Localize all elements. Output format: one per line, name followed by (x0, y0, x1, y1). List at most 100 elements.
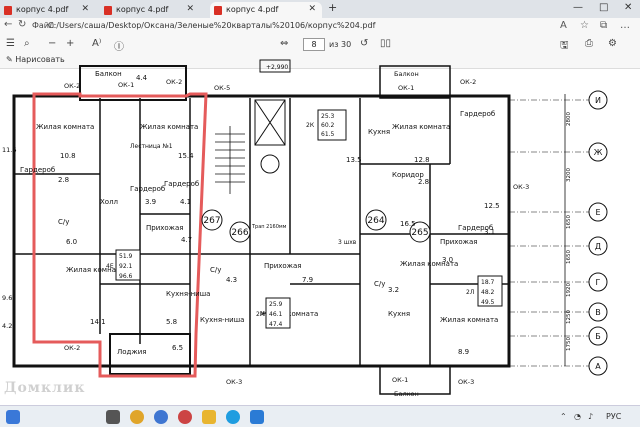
svg-text:ОК-2: ОК-2 (64, 344, 80, 352)
print-icon[interactable]: ⎙ (585, 38, 593, 49)
menu-icon[interactable]: … (620, 20, 630, 31)
axis-dimension: 1250 (566, 310, 572, 324)
read-mode-icon[interactable]: A (560, 20, 567, 31)
tab-label: корпус 4.pdf (116, 5, 169, 14)
trap-note: Трап 2160мм (251, 224, 287, 230)
apartment-264: 264 (367, 216, 384, 226)
fit-page-icon[interactable]: ⇔ (280, 38, 288, 49)
level-mark: +2,990 (266, 64, 288, 71)
room-name: Гардероб (20, 166, 55, 174)
page-number-input[interactable]: 8 (303, 38, 325, 51)
room-name: Гардероб (130, 185, 165, 193)
collections-icon[interactable]: ⧉ (600, 20, 607, 31)
room-name: Кухня-ниша (166, 290, 210, 298)
close-tab-icon[interactable]: ✕ (81, 4, 89, 14)
favorite-icon[interactable]: ☆ (580, 20, 589, 31)
language-indicator[interactable]: РУС (606, 412, 621, 421)
room-name: Лоджия (117, 348, 146, 356)
tab-label: корпус 4.pdf (16, 5, 69, 14)
find-icon[interactable]: ⌕ (24, 38, 30, 49)
room-name: Лестница №1 (130, 143, 173, 150)
room-name: Гардероб (164, 180, 199, 188)
axis-dimension: 1650 (566, 215, 572, 229)
room-name: Прихожая (264, 262, 302, 270)
network-icon[interactable]: ◔ (574, 412, 581, 421)
room-name: Жилая комната (440, 316, 498, 324)
svg-text:2Л: 2Л (466, 289, 474, 296)
room-area: 15.4 (178, 152, 194, 160)
svg-text:25.9: 25.9 (269, 301, 283, 308)
elevator-shafts (254, 99, 286, 174)
axis-dimension: 1650 (566, 250, 572, 264)
room-name: Жилая комната (140, 123, 198, 131)
axis-label: Д (595, 242, 601, 251)
rotate-icon[interactable]: ↺ (360, 38, 368, 49)
window-marks: ОК-2 ОК-1 ОК-2 ОК-5 ОК-1 ОК-2 ОК-3 ОК-1 … (64, 78, 529, 386)
zoom-in-icon[interactable]: + (66, 38, 74, 49)
tab-label: корпус 4.pdf (226, 5, 279, 14)
room-area: 3.2 (388, 286, 399, 294)
svg-text:2К: 2К (306, 122, 315, 129)
svg-text:ОК-1: ОК-1 (398, 84, 414, 92)
svg-text:ОК-2: ОК-2 (166, 78, 182, 86)
stair (215, 126, 245, 194)
refresh-icon[interactable]: ↻ (18, 19, 26, 30)
chevron-up-icon[interactable]: ⌃ (560, 412, 567, 421)
room-area: 4.7 (181, 236, 192, 244)
svg-text:47.4: 47.4 (269, 321, 283, 328)
axis-label: Г (596, 278, 601, 287)
tab-1[interactable]: корпус 4.pdf ✕ (0, 2, 95, 18)
maximize-button[interactable]: □ (599, 2, 608, 13)
tab-2[interactable]: корпус 4.pdf ✕ (100, 2, 200, 18)
close-tab-icon[interactable]: ✕ (186, 4, 194, 14)
save-icon[interactable]: 🖫 (560, 38, 569, 55)
svg-text:48.2: 48.2 (481, 289, 495, 296)
settings-icon[interactable]: ⚙ (608, 38, 617, 49)
axis-label: Ж (594, 148, 603, 157)
room-area: 4.1 (180, 198, 191, 206)
room-area: 3.0 (442, 256, 453, 264)
svg-text:ОК-3: ОК-3 (513, 183, 529, 191)
read-aloud-icon[interactable]: A⁾ (92, 38, 101, 49)
svg-text:2М: 2М (256, 311, 265, 318)
url-field[interactable]: C:/Users/саша/Desktop/Оксана/Зеленые%20к… (48, 21, 375, 30)
svg-text:92.1: 92.1 (119, 263, 133, 270)
axis-dimension: 2800 (566, 112, 572, 126)
apartment-markers: 267 266 264 265 (201, 209, 431, 243)
svg-text:ОК-2: ОК-2 (460, 78, 476, 86)
room-area: 14.1 (90, 318, 106, 326)
close-tab-icon[interactable]: ✕ (308, 4, 316, 14)
room-name: Прихожая (440, 238, 478, 246)
back-icon[interactable]: ← (4, 19, 12, 30)
text-icon[interactable]: Ⓘ (114, 38, 124, 53)
tab-3-active[interactable]: корпус 4.pdf ✕ (210, 2, 322, 18)
edge-icon[interactable] (226, 410, 240, 424)
close-window-button[interactable]: ✕ (624, 2, 632, 13)
volume-icon[interactable]: ♪ (588, 412, 593, 421)
word-icon[interactable] (250, 410, 264, 424)
pdf-icon (104, 6, 112, 15)
folder-icon[interactable] (202, 410, 216, 424)
svg-text:4.2: 4.2 (2, 322, 12, 330)
apartment-265: 265 (411, 228, 428, 238)
axis-label: И (595, 96, 601, 105)
svg-text:4Е: 4Е (106, 263, 114, 270)
room-area: 6.0 (66, 238, 77, 246)
contents-icon[interactable]: ☰ (6, 38, 15, 49)
chrome-icon[interactable] (130, 410, 144, 424)
new-tab-button[interactable]: + (328, 1, 337, 14)
room-name: С/у (210, 266, 221, 274)
svg-text:18.7: 18.7 (481, 279, 495, 286)
svg-text:49.5: 49.5 (481, 299, 495, 306)
axis-dimension: 1920 (566, 283, 572, 297)
two-page-icon[interactable]: ▯▯ (380, 38, 391, 49)
search-icon[interactable] (106, 410, 120, 424)
room-area: 5.8 (166, 318, 177, 326)
room-name: Гардероб (460, 110, 495, 118)
yandex-icon[interactable] (178, 410, 192, 424)
start-icon[interactable] (6, 410, 20, 424)
balcony-label: Балкон (394, 390, 419, 398)
zoom-out-icon[interactable]: − (48, 38, 56, 49)
minimize-button[interactable]: — (573, 2, 583, 13)
browser-icon[interactable] (154, 410, 168, 424)
